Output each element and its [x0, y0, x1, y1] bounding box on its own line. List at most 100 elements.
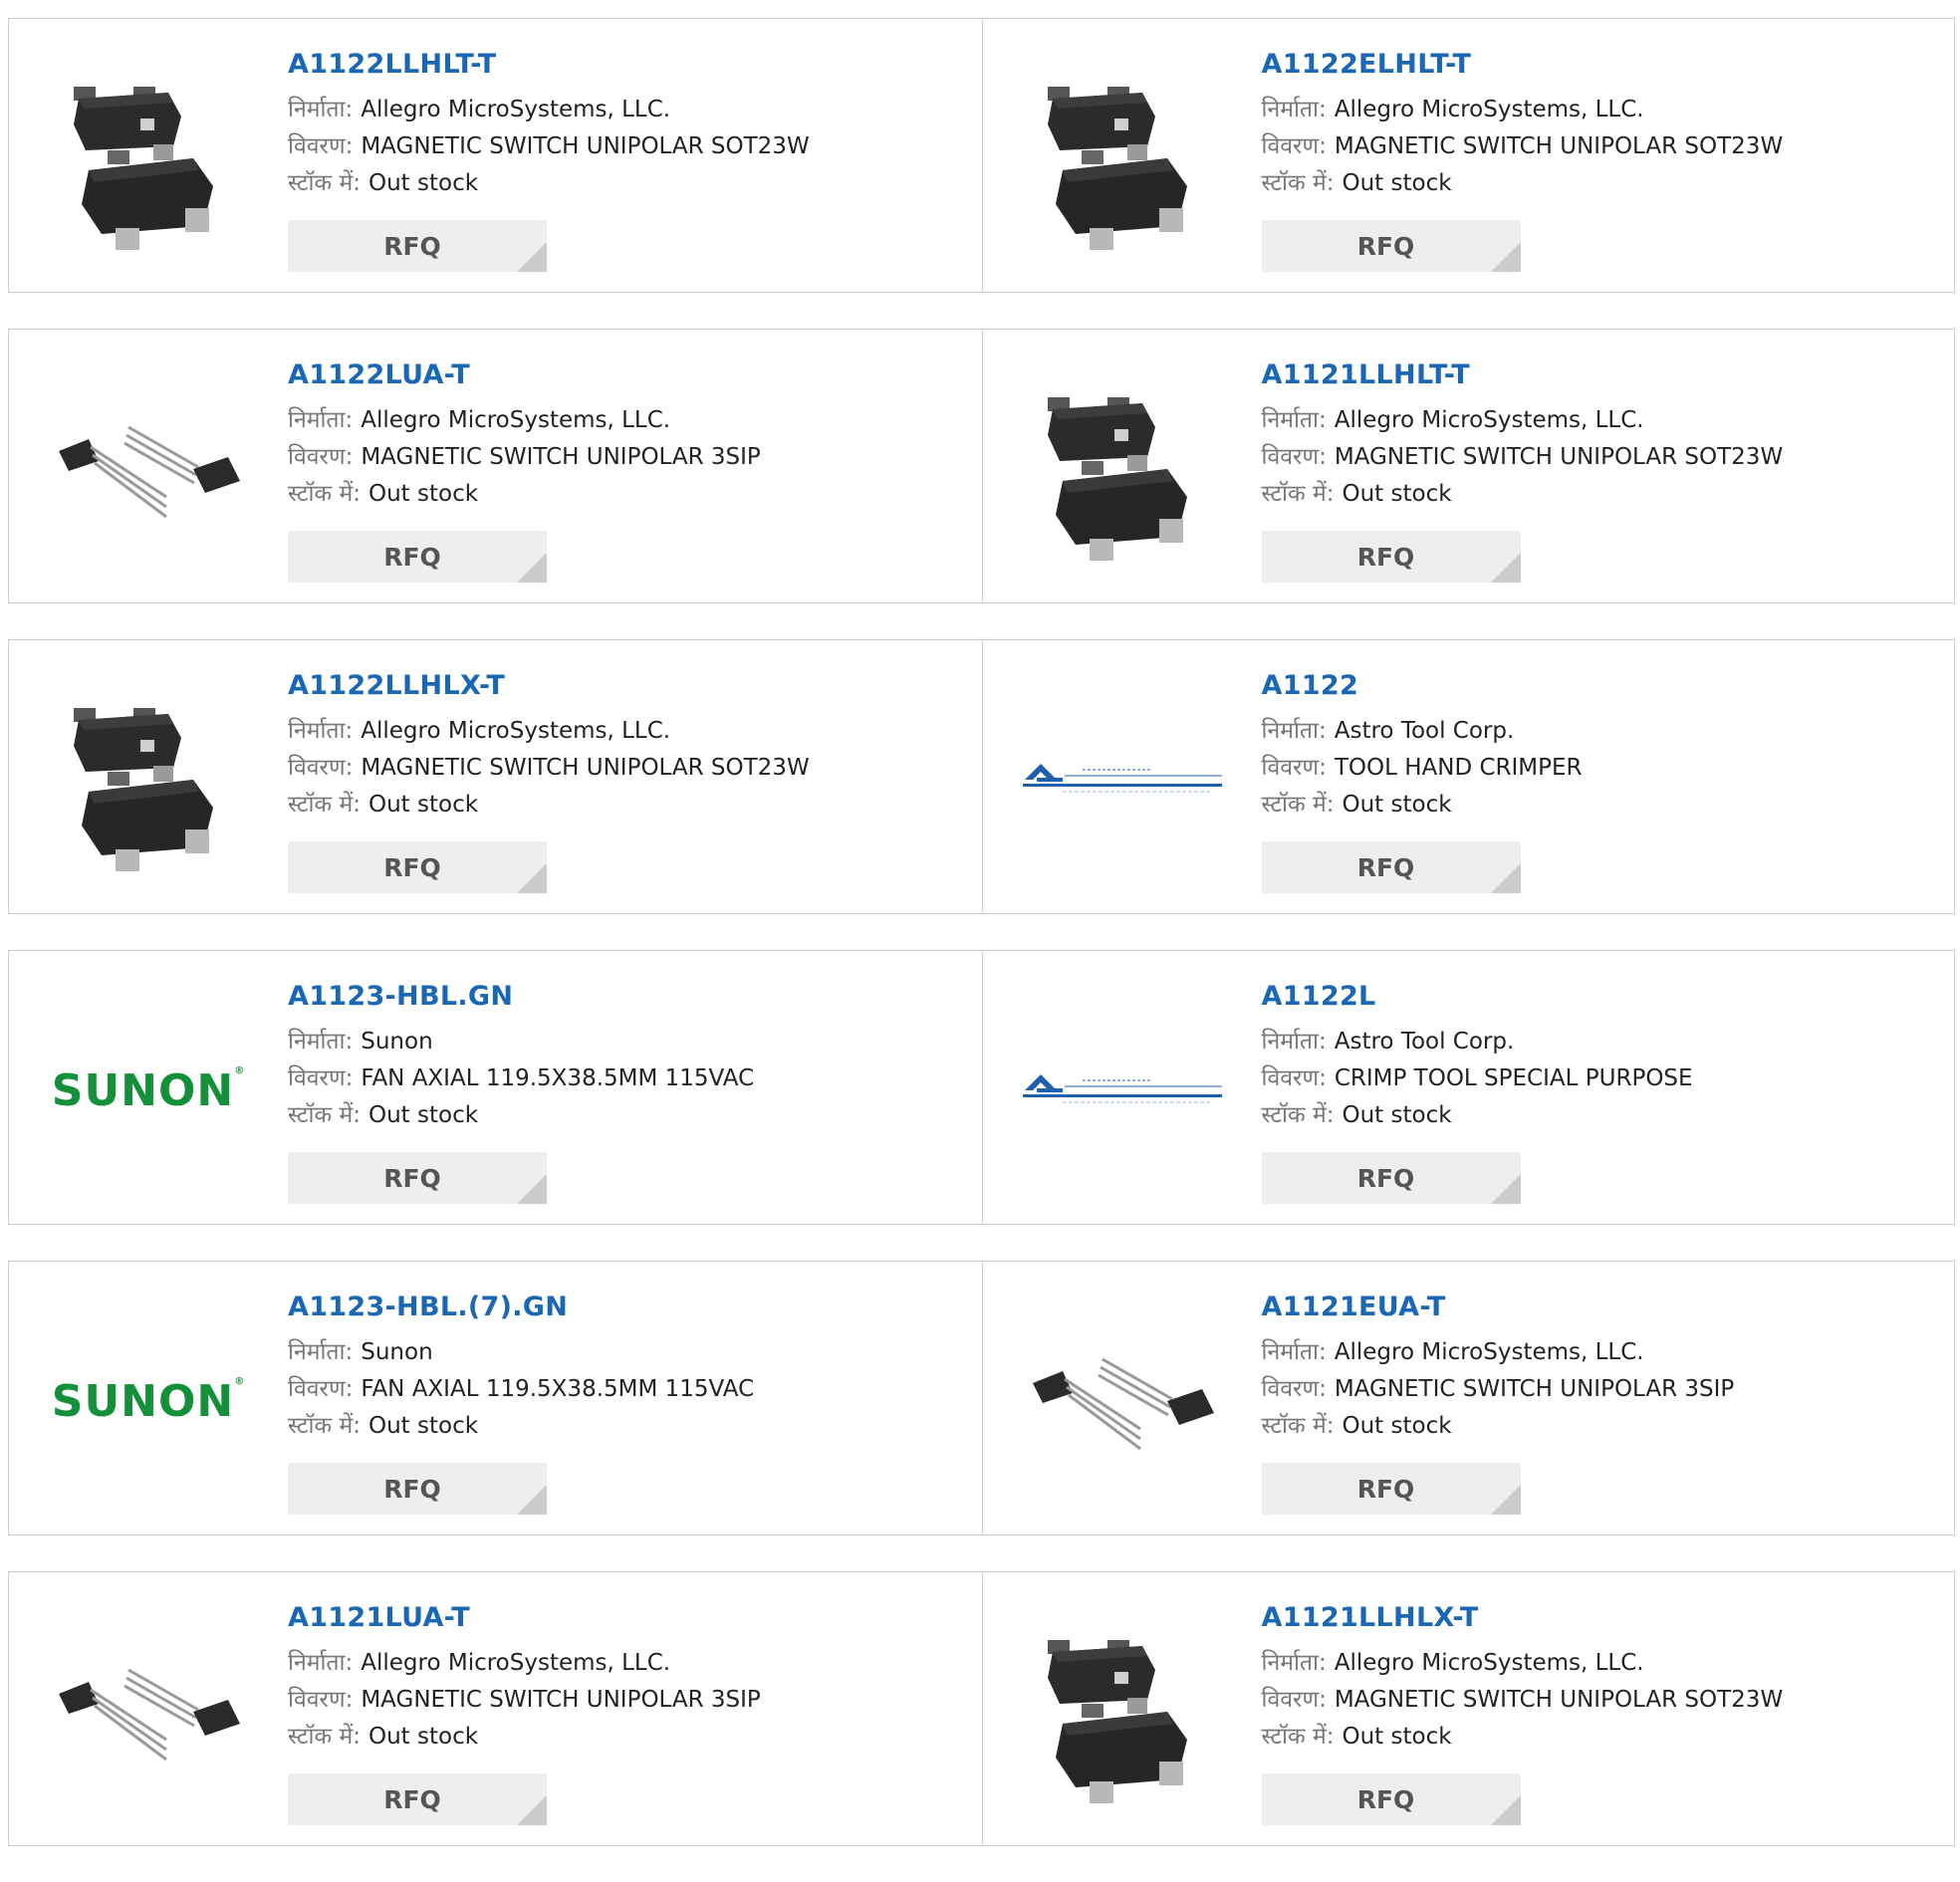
part-number-link[interactable]: A1123-HBL.(7).GN [288, 1292, 962, 1322]
part-number-link[interactable]: A1122ELHLT-T [1262, 49, 1935, 80]
part-number-link[interactable]: A1121LUA-T [288, 1602, 962, 1633]
product-info: A1122L निर्माता: Astro Tool Corp. विवरण: C… [1262, 981, 1935, 1134]
product-card: A1121LLHLX-T निर्माता: Allegro MicroSyste… [981, 1572, 1955, 1845]
manufacturer-value: Allegro MicroSystems, LLC. [1334, 1650, 1644, 1676]
product-image[interactable] [49, 59, 248, 258]
product-image[interactable]: SUNON® [49, 991, 248, 1190]
description-value: FAN AXIAL 119.5X38.5MM 115VAC [361, 1376, 755, 1402]
stock-row: स्टॉक में: Out stock [288, 787, 962, 823]
product-row: A1122LUA-T निर्माता: Allegro MicroSystems… [8, 329, 1955, 603]
description-row: विवरण: MAGNETIC SWITCH UNIPOLAR SOT23W [1262, 439, 1935, 476]
product-info: A1122LLHLT-T निर्माता: Allegro MicroSyste… [288, 49, 962, 202]
rfq-button[interactable]: RFQ [288, 1152, 547, 1204]
product-row: SUNON® A1123-HBL.(7).GN निर्माता: Sunon व… [8, 1261, 1955, 1535]
stock-label: स्टॉक में: [288, 170, 361, 196]
product-info: A1122LLHLX-T निर्माता: Allegro MicroSyste… [288, 670, 962, 823]
rfq-button[interactable]: RFQ [288, 841, 547, 893]
product-image[interactable] [1022, 991, 1222, 1190]
stock-value: Out stock [1342, 1102, 1452, 1128]
part-number-link[interactable]: A1121EUA-T [1262, 1292, 1935, 1322]
product-image[interactable] [49, 369, 248, 569]
description-row: विवरण: TOOL HAND CRIMPER [1262, 750, 1935, 787]
rfq-button[interactable]: RFQ [1261, 1463, 1521, 1515]
rfq-button[interactable]: RFQ [1261, 1773, 1521, 1825]
part-number-link[interactable]: A1122L [1262, 981, 1935, 1012]
part-number-link[interactable]: A1122 [1262, 670, 1935, 701]
sot23-chip-icon [1047, 1640, 1187, 1803]
manufacturer-value: Astro Tool Corp. [1334, 718, 1515, 744]
astro-tool-corp-logo [1022, 764, 1222, 793]
part-number-link[interactable]: A1122LLHLT-T [288, 49, 962, 80]
description-value: MAGNETIC SWITCH UNIPOLAR 3SIP [361, 1687, 761, 1713]
rfq-button[interactable]: RFQ [288, 531, 547, 583]
rfq-button[interactable]: RFQ [1261, 531, 1521, 583]
product-image[interactable] [49, 1612, 248, 1811]
sunon-logo: SUNON® [51, 1064, 246, 1116]
stock-row: स्टॉक में: Out stock [288, 165, 962, 202]
description-value: MAGNETIC SWITCH UNIPOLAR 3SIP [1334, 1376, 1735, 1402]
rfq-button[interactable]: RFQ [288, 1773, 547, 1825]
stock-label: स्टॉक में: [288, 792, 361, 818]
description-value: MAGNETIC SWITCH UNIPOLAR SOT23W [361, 755, 810, 781]
description-value: TOOL HAND CRIMPER [1334, 755, 1583, 781]
manufacturer-label: निर्माता: [288, 1339, 354, 1365]
stock-label: स्टॉक में: [1261, 481, 1335, 507]
description-label: विवरण: [1261, 755, 1327, 781]
product-image[interactable] [1023, 1301, 1222, 1501]
stock-value: Out stock [368, 792, 479, 818]
manufacturer-row: निर्माता: Astro Tool Corp. [1262, 713, 1935, 750]
manufacturer-row: निर्माता: Allegro MicroSystems, LLC. [288, 713, 962, 750]
rfq-button[interactable]: RFQ [1261, 841, 1521, 893]
product-row: A1122LLHLX-T निर्माता: Allegro MicroSyste… [8, 639, 1955, 914]
manufacturer-row: निर्माता: Allegro MicroSystems, LLC. [1262, 92, 1935, 128]
part-number-link[interactable]: A1121LLHLX-T [1262, 1602, 1935, 1633]
product-info: A1121LLHLX-T निर्माता: Allegro MicroSyste… [1262, 1602, 1935, 1756]
part-number-link[interactable]: A1121LLHLT-T [1262, 359, 1935, 390]
manufacturer-value: Allegro MicroSystems, LLC. [1334, 407, 1644, 433]
part-number-link[interactable]: A1122LUA-T [288, 359, 962, 390]
manufacturer-value: Astro Tool Corp. [1334, 1029, 1515, 1055]
rfq-button[interactable]: RFQ [288, 1463, 547, 1515]
rfq-button[interactable]: RFQ [288, 220, 547, 272]
description-label: विवरण: [1261, 1376, 1327, 1402]
description-row: विवरण: MAGNETIC SWITCH UNIPOLAR SOT23W [288, 750, 962, 787]
stock-value: Out stock [368, 1724, 479, 1750]
product-image[interactable]: SUNON® [49, 1301, 248, 1501]
product-image[interactable] [1023, 59, 1222, 258]
manufacturer-value: Allegro MicroSystems, LLC. [1334, 97, 1644, 122]
sot23-chip-icon [74, 87, 213, 250]
manufacturer-label: निर्माता: [288, 1650, 354, 1676]
description-row: विवरण: FAN AXIAL 119.5X38.5MM 115VAC [288, 1371, 962, 1408]
description-row: विवरण: MAGNETIC SWITCH UNIPOLAR SOT23W [1262, 128, 1935, 165]
product-image[interactable] [1022, 680, 1222, 879]
stock-label: स्टॉक में: [1261, 1724, 1335, 1750]
part-number-link[interactable]: A1122LLHLX-T [288, 670, 962, 701]
manufacturer-row: निर्माता: Allegro MicroSystems, LLC. [1262, 402, 1935, 439]
product-image[interactable] [1023, 369, 1222, 569]
description-label: विवरण: [288, 1065, 354, 1091]
manufacturer-label: निर्माता: [1261, 407, 1327, 433]
astro-tool-corp-logo [1022, 1074, 1222, 1103]
product-image[interactable] [49, 680, 248, 879]
description-value: MAGNETIC SWITCH UNIPOLAR SOT23W [1334, 444, 1784, 470]
description-value: MAGNETIC SWITCH UNIPOLAR SOT23W [361, 133, 810, 159]
manufacturer-value: Sunon [361, 1029, 433, 1055]
stock-label: स्टॉक में: [288, 481, 361, 507]
product-grid: A1122LLHLT-T निर्माता: Allegro MicroSyste… [8, 18, 1955, 1882]
product-row: A1121LUA-T निर्माता: Allegro MicroSystems… [8, 1571, 1955, 1846]
product-image[interactable] [1023, 1612, 1222, 1811]
stock-label: स्टॉक में: [1261, 1102, 1335, 1128]
manufacturer-label: निर्माता: [1261, 1650, 1327, 1676]
manufacturer-value: Allegro MicroSystems, LLC. [361, 1650, 671, 1676]
part-number-link[interactable]: A1123-HBL.GN [288, 981, 962, 1012]
manufacturer-value: Allegro MicroSystems, LLC. [1334, 1339, 1644, 1365]
stock-label: स्टॉक में: [1261, 792, 1335, 818]
rfq-button[interactable]: RFQ [1261, 220, 1521, 272]
rfq-button[interactable]: RFQ [1261, 1152, 1521, 1204]
stock-value: Out stock [368, 481, 479, 507]
stock-value: Out stock [368, 1102, 479, 1128]
sip3-chip-icon [59, 425, 240, 519]
product-info: A1123-HBL.(7).GN निर्माता: Sunon विवरण: FA… [288, 1292, 962, 1445]
manufacturer-label: निर्माता: [288, 1029, 354, 1055]
description-label: विवरण: [1261, 1687, 1327, 1713]
